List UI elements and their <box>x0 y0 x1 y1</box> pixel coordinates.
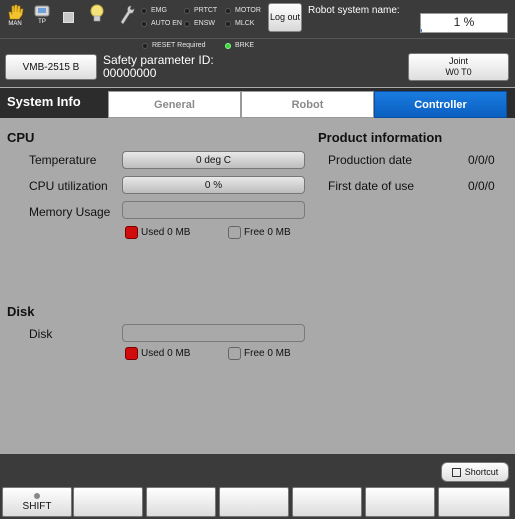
indicator-prtct: PRTCT <box>184 7 217 14</box>
joint-mode-button[interactable]: Joint W0 T0 <box>408 53 509 81</box>
manual-mode-button[interactable]: MAN <box>6 4 24 27</box>
shortcut-button[interactable]: Shortcut <box>441 462 509 482</box>
tab-bar: System Info General Robot Controller <box>0 88 515 118</box>
free-swatch <box>228 226 241 239</box>
progress-text: 1 % <box>453 15 475 29</box>
cpu-utilization-label: CPU utilization <box>29 179 108 193</box>
lamp-button[interactable] <box>90 4 104 24</box>
wrench-icon <box>120 5 135 25</box>
function-key-3[interactable] <box>146 487 216 517</box>
joint-tool-label: W0 T0 <box>445 67 472 77</box>
disk-label: Disk <box>29 327 53 341</box>
indicator-lamp <box>225 7 231 14</box>
indicator-lamp <box>184 7 190 14</box>
memory-free-legend: Free 0 MB <box>228 226 291 239</box>
cpu-heading: CPU <box>7 130 35 145</box>
disk-used-legend: Used 0 MB <box>125 347 190 360</box>
stop-icon[interactable] <box>63 12 74 23</box>
function-key-5[interactable] <box>292 487 362 517</box>
safety-parameter: Safety parameter ID: 00000000 <box>103 54 214 80</box>
teach-pendant-button[interactable]: TP <box>34 4 50 25</box>
function-key-2[interactable] <box>73 487 143 517</box>
shortcut-icon <box>451 467 461 477</box>
tab-general[interactable]: General <box>108 91 241 118</box>
indicator-reset-required: RESET Required <box>142 42 206 49</box>
light-bulb-icon <box>90 4 104 22</box>
shift-button[interactable]: SHIFT <box>2 487 72 517</box>
used-swatch <box>125 347 138 360</box>
logout-button[interactable]: Log out <box>268 3 302 32</box>
teach-pendant-icon <box>34 5 50 17</box>
used-swatch <box>125 226 138 239</box>
function-key-4[interactable] <box>219 487 289 517</box>
disk-heading: Disk <box>7 304 35 319</box>
memory-used-legend: Used 0 MB <box>125 226 190 239</box>
disk-usage-bar <box>122 324 305 342</box>
production-date-label: Production date <box>328 153 413 167</box>
first-use-date-label: First date of use <box>328 179 415 193</box>
indicator-lamp <box>225 42 231 49</box>
hand-icon <box>8 4 24 20</box>
safety-parameter-id: 00000000 <box>103 66 157 80</box>
memory-usage-bar <box>122 201 305 219</box>
mode-label-tp: TP <box>38 19 46 25</box>
indicator-lamp <box>141 20 147 27</box>
cpu-utilization-bar: 0 % <box>122 176 305 194</box>
free-swatch <box>228 347 241 360</box>
indicator-emg: EMG <box>141 7 167 14</box>
indicator-auto-en: AUTO EN <box>141 20 182 27</box>
indicator-motor: MOTOR <box>225 7 261 14</box>
temperature-label: Temperature <box>29 153 97 167</box>
memory-usage-label: Memory Usage <box>29 205 111 219</box>
indicator-ensw: ENSW <box>184 20 215 27</box>
tab-controller[interactable]: Controller <box>374 91 507 118</box>
top-status-bar: MAN TP EMG PRTCT MOTOR AUTO EN ENSW MLCK… <box>0 0 515 38</box>
shift-indicator-icon <box>34 492 40 499</box>
status-bar-secondary: RESET Required BRKE VMB-2515 B Safety pa… <box>0 38 515 87</box>
page-title: System Info <box>7 94 81 109</box>
tab-robot[interactable]: Robot <box>241 91 374 118</box>
robot-model-button[interactable]: VMB-2515 B <box>5 54 97 80</box>
robot-system-name-label: Robot system name: <box>308 5 400 16</box>
disk-free-legend: Free 0 MB <box>228 347 291 360</box>
indicator-lamp <box>225 20 231 27</box>
mode-label-man: MAN <box>8 21 22 27</box>
indicator-lamp <box>141 7 147 14</box>
progress-indicator: 1 % <box>420 13 508 33</box>
joint-mode-label: Joint <box>448 56 468 66</box>
indicator-brke: BRKE <box>225 42 254 49</box>
indicator-mlck: MLCK <box>225 20 254 27</box>
indicator-lamp <box>184 20 190 27</box>
shortcut-label: Shortcut <box>464 467 499 477</box>
function-key-6[interactable] <box>365 487 435 517</box>
function-key-area: Shortcut SHIFT <box>0 454 515 519</box>
first-use-date-value: 0/0/0 <box>468 179 495 193</box>
product-info-heading: Product information <box>318 130 443 145</box>
function-key-7[interactable] <box>438 487 510 517</box>
progress-fill <box>421 29 422 32</box>
indicator-lamp <box>142 42 148 49</box>
temperature-bar: 0 deg C <box>122 151 305 169</box>
tool-button[interactable] <box>119 4 135 26</box>
production-date-value: 0/0/0 <box>468 153 495 167</box>
